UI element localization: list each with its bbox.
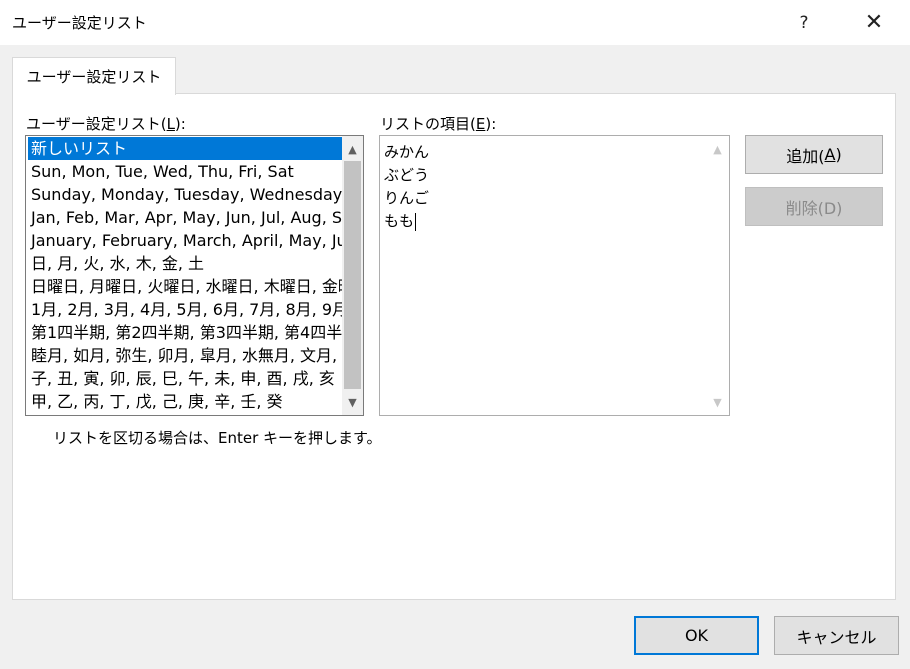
button-text: ) — [835, 145, 842, 164]
list-item[interactable]: 睦月, 如月, 弥生, 卯月, 皐月, 水無月, 文月, 葉月, 長月, 神無月… — [28, 344, 344, 367]
help-button[interactable]: ? — [781, 0, 827, 45]
entry-line: みかん — [384, 143, 430, 161]
tab-custom-lists[interactable]: ユーザー設定リスト — [12, 57, 176, 95]
scroll-up-button: ▲ — [707, 138, 728, 160]
label-text: ユーザー設定リスト( — [26, 115, 167, 133]
textarea-scrollbar: ▲ ▼ — [707, 136, 729, 415]
chevron-up-icon: ▲ — [348, 142, 357, 156]
label-text: ): — [485, 115, 497, 133]
label-text: リストの項目( — [380, 115, 476, 133]
entry-line: りんご — [384, 189, 430, 207]
listbox-scrollbar[interactable]: ▲ ▼ — [342, 136, 363, 415]
list-entries-textarea[interactable]: みかん ぶどう りんご もも ▲ ▼ — [379, 135, 730, 416]
access-key: E — [475, 115, 486, 133]
entries-text: みかん ぶどう りんご もも — [384, 141, 429, 233]
entry-line: ぶどう — [384, 166, 430, 184]
chevron-down-icon: ▼ — [348, 395, 357, 409]
list-item[interactable]: 日曜日, 月曜日, 火曜日, 水曜日, 木曜日, 金曜日, 土曜日 — [28, 275, 344, 298]
entry-line-current: もも — [384, 210, 429, 233]
scroll-thumb[interactable] — [344, 161, 361, 389]
scroll-down-button[interactable]: ▼ — [342, 391, 363, 413]
button-text: キャンセル — [796, 627, 877, 647]
list-item-new-list[interactable]: 新しいリスト — [28, 137, 344, 160]
access-key: A — [824, 145, 836, 164]
button-text: 削除(D) — [785, 198, 843, 218]
label-text: ): — [174, 115, 186, 133]
custom-lists-label: ユーザー設定リスト(L): — [26, 113, 186, 134]
add-button[interactable]: 追加(A) — [745, 135, 883, 174]
list-item[interactable]: Sun, Mon, Tue, Wed, Thu, Fri, Sat — [28, 160, 344, 183]
list-item[interactable]: January, February, March, April, May, Ju… — [28, 229, 344, 252]
chevron-down-icon: ▼ — [713, 395, 722, 409]
custom-lists-listbox[interactable]: 新しいリスト Sun, Mon, Tue, Wed, Thu, Fri, Sat… — [25, 135, 364, 416]
close-icon: ✕ — [864, 10, 884, 35]
help-icon: ? — [799, 12, 809, 33]
ok-button[interactable]: OK — [634, 616, 759, 655]
entry-line-text: もも — [384, 212, 415, 230]
list-item[interactable]: 甲, 乙, 丙, 丁, 戊, 己, 庚, 辛, 壬, 癸 — [28, 390, 344, 413]
button-text: 追加( — [786, 146, 825, 166]
list-item[interactable]: 1月, 2月, 3月, 4月, 5月, 6月, 7月, 8月, 9月, 10月,… — [28, 298, 344, 321]
hint-text: リストを区切る場合は、Enter キーを押します。 — [53, 429, 382, 447]
window-title: ユーザー設定リスト — [12, 14, 147, 32]
chevron-up-icon: ▲ — [713, 142, 722, 156]
cancel-button[interactable]: キャンセル — [774, 616, 899, 655]
tab-label: ユーザー設定リスト — [26, 68, 162, 86]
delete-button[interactable]: 削除(D) — [745, 187, 883, 226]
list-item[interactable]: 第1四半期, 第2四半期, 第3四半期, 第4四半期 — [28, 321, 344, 344]
button-text: OK — [684, 626, 709, 645]
list-item[interactable]: 子, 丑, 寅, 卯, 辰, 巳, 午, 未, 申, 酉, 戌, 亥 — [28, 367, 344, 390]
scroll-up-button[interactable]: ▲ — [342, 138, 363, 160]
list-item[interactable]: 日, 月, 火, 水, 木, 金, 土 — [28, 252, 344, 275]
list-item[interactable]: Jan, Feb, Mar, Apr, May, Jun, Jul, Aug, … — [28, 206, 344, 229]
scroll-down-button: ▼ — [707, 391, 728, 413]
list-item[interactable]: Sunday, Monday, Tuesday, Wednesday, Thur… — [28, 183, 344, 206]
list-items: 新しいリスト Sun, Mon, Tue, Wed, Thu, Fri, Sat… — [28, 137, 344, 413]
access-key: L — [166, 115, 175, 133]
list-entries-label: リストの項目(E): — [380, 113, 496, 134]
text-caret — [415, 212, 417, 231]
title-bar: ユーザー設定リスト ? ✕ — [0, 0, 910, 45]
close-button[interactable]: ✕ — [851, 0, 897, 45]
